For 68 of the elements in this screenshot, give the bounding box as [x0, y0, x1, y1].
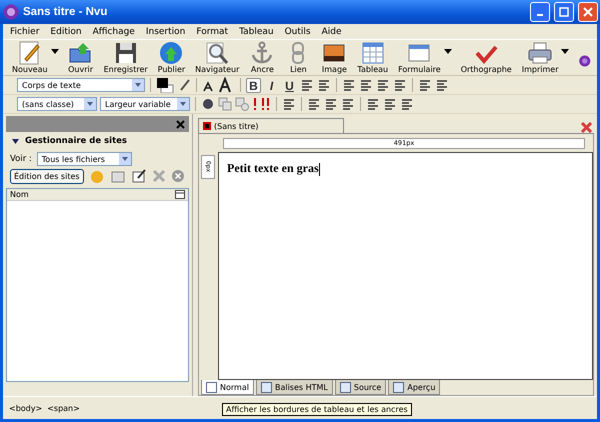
close-icon[interactable] — [176, 120, 185, 128]
menu-item[interactable]: Affichage — [88, 26, 141, 36]
toolbar-button[interactable]: Enregistrer — [100, 41, 151, 74]
width-select[interactable]: Largeur variable — [100, 97, 190, 111]
bullet-list-icon[interactable] — [300, 78, 314, 92]
maximize-icon — [559, 7, 569, 17]
page-icon — [206, 382, 217, 392]
toolbar-button[interactable]: Publier — [154, 41, 188, 74]
document-text: Petit texte en gras — [227, 161, 319, 175]
toolbar-button[interactable]: Imprimer — [518, 41, 562, 74]
toolbar-button[interactable]: Lien — [282, 41, 314, 74]
view-tab[interactable]: Source — [334, 380, 386, 395]
view-tab[interactable]: Aperçu — [388, 380, 440, 395]
dropdown-arrow-icon[interactable] — [50, 49, 59, 54]
paragraph-style-select[interactable]: Corps de texte — [17, 78, 145, 92]
class-select[interactable]: (sans classe) — [17, 97, 97, 111]
close-icon — [583, 7, 593, 17]
toolbar-button[interactable]: Orthographe — [458, 41, 515, 74]
menu-item[interactable]: Outils — [280, 26, 317, 36]
double-exclamation-icon[interactable] — [261, 97, 271, 111]
document-tab[interactable]: (Sans titre) — [198, 118, 344, 133]
menu-item[interactable]: Fichier — [5, 26, 46, 36]
menu-item[interactable]: Aide — [316, 26, 348, 36]
menu-item[interactable]: Insertion — [140, 26, 192, 36]
text-style-button[interactable]: B — [246, 78, 261, 92]
minimize-icon — [537, 14, 543, 16]
menu-item[interactable]: Edition — [45, 26, 88, 36]
stop-icon[interactable] — [170, 169, 185, 183]
column-picker-icon[interactable] — [175, 190, 185, 199]
pencil-icon[interactable] — [179, 78, 191, 92]
editing-area[interactable]: Petit texte en gras — [218, 152, 593, 380]
text-style-button[interactable]: I — [264, 78, 279, 92]
element-tag[interactable]: <span> — [47, 404, 80, 412]
maximize-button[interactable] — [554, 2, 574, 22]
toolbar-button[interactable]: Image — [318, 41, 350, 74]
toolbar-button[interactable]: Nouveau — [9, 41, 51, 74]
toolbar-button[interactable]: Ouvrir — [64, 41, 97, 74]
tooltip: Afficher les bordures de tableau et les ancres — [222, 403, 412, 416]
text-style-button[interactable]: U — [282, 78, 297, 92]
close-button[interactable] — [578, 2, 598, 22]
panel-title: Gestionnaire de sites — [25, 136, 127, 146]
menu-item[interactable]: Tableau — [234, 26, 280, 36]
minimize-button[interactable] — [530, 2, 550, 22]
ball-icon[interactable] — [201, 97, 215, 111]
toolbar-button[interactable]: Ancre — [246, 41, 278, 74]
edit-pencil-icon[interactable] — [130, 168, 147, 184]
align-left-icon[interactable] — [342, 78, 356, 92]
element-tag[interactable]: <body> — [9, 404, 42, 412]
view-tab[interactable]: Balises HTML — [256, 380, 333, 395]
globe-icon — [158, 41, 184, 65]
toolbar-button[interactable]: Navigateur — [192, 41, 242, 74]
dropdown-arrow-icon[interactable] — [444, 49, 452, 54]
document-icon — [203, 122, 211, 130]
toolbar-button[interactable]: Formulaire — [395, 41, 444, 74]
filter-label: Voir : — [10, 154, 32, 164]
column-header[interactable]: Nom — [10, 190, 29, 199]
close-tab-icon[interactable] — [581, 122, 592, 133]
app-logo-icon — [3, 4, 19, 20]
edit-sites-button[interactable]: Édition des sites — [10, 168, 84, 184]
toolbar-button[interactable]: Tableau — [354, 41, 392, 74]
menu-item[interactable]: Format — [191, 26, 234, 36]
filter-select[interactable]: Tous les fichiers — [36, 152, 132, 166]
collapse-triangle-icon[interactable] — [12, 138, 19, 144]
window-title: Sans titre - Nvu — [23, 6, 108, 18]
view-tab[interactable]: Normal — [201, 380, 254, 395]
dropdown-arrow-icon[interactable] — [561, 49, 570, 54]
text-color-icon[interactable] — [156, 77, 176, 93]
exclamation-icon[interactable] — [252, 97, 258, 111]
